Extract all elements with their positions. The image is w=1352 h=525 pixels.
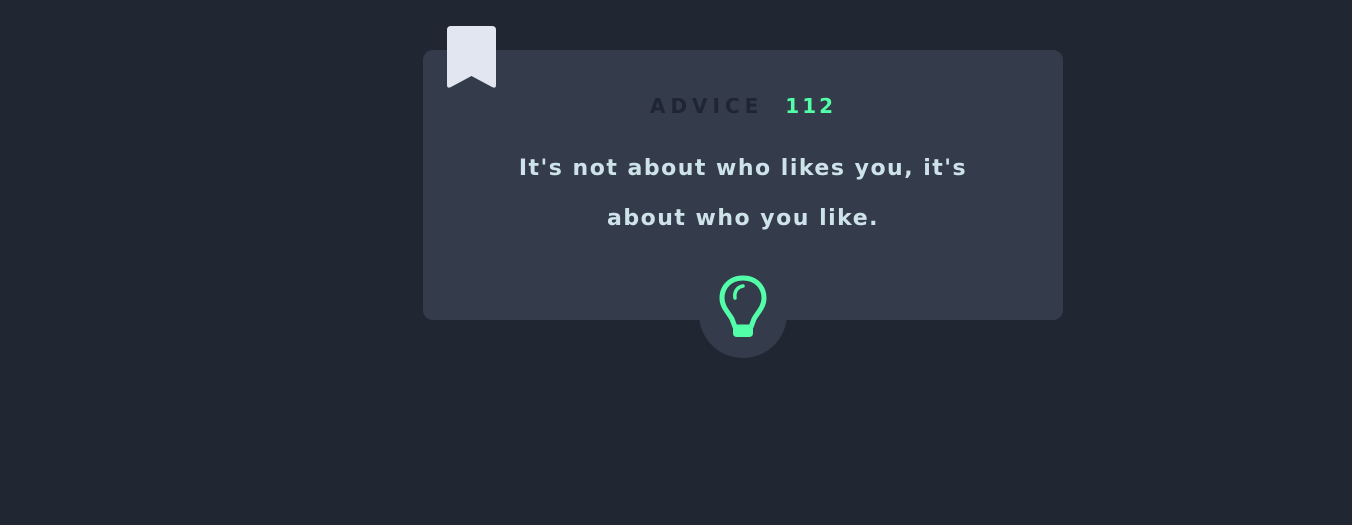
advice-number: 112 (785, 94, 837, 118)
advice-heading: ADVICE 112 (423, 91, 1063, 121)
advice-label: ADVICE (649, 94, 764, 118)
lightbulb-icon (719, 275, 767, 339)
new-advice-button[interactable] (699, 270, 787, 358)
page: ADVICE 112 It's not about who likes you,… (0, 0, 1352, 525)
bookmark-icon[interactable] (447, 26, 496, 91)
advice-quote: It's not about who likes you, it's about… (518, 156, 968, 231)
